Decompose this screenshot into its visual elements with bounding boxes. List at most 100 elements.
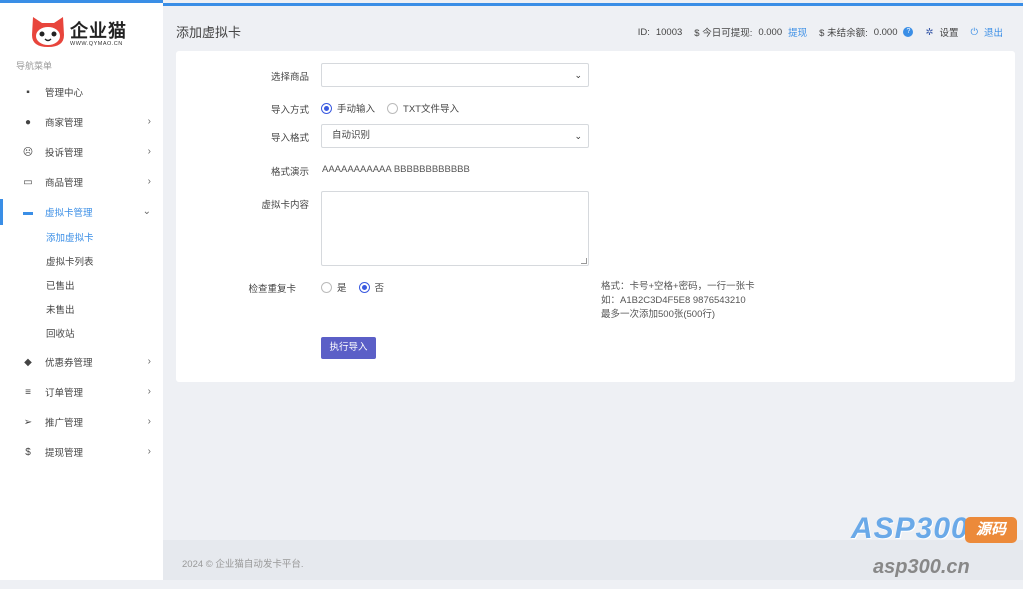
sidebar-item-coupons[interactable]: ◆ 优惠券管理 › [0, 347, 163, 377]
withdraw-link[interactable]: 提现 [788, 25, 807, 39]
submenu-item-unsold[interactable]: 未售出 [46, 299, 163, 323]
withdraw-label: $ 今日可提现: [694, 28, 753, 39]
resize-handle-icon[interactable] [581, 258, 587, 264]
id-value: 10003 [655, 26, 683, 38]
product-select[interactable]: ⌄ [321, 63, 589, 87]
logout-link[interactable]: 退出 [984, 25, 1003, 39]
chevron-down-icon: ⌄ [574, 131, 582, 141]
sidebar-item-withdrawals[interactable]: $ 提现管理 › [0, 437, 163, 467]
sidebar-item-promotion[interactable]: ➢ 推广管理 › [0, 407, 163, 437]
radio-icon [387, 102, 399, 114]
sidebar-item-orders[interactable]: ≡ 订单管理 › [0, 377, 163, 407]
unsettled-value: 0.000 [873, 26, 898, 38]
id-label: ID: [637, 26, 650, 38]
user-icon: ● [24, 116, 32, 128]
radio-manual-input[interactable]: 手动输入 [321, 101, 375, 115]
footer-copyright: 2024 © 企业猫自动发卡平台. [182, 559, 304, 570]
product-label: 选择商品 [270, 72, 309, 83]
withdraw-value: 0.000 [758, 26, 783, 38]
format-hint: 格式：卡号+空格+密码，一行一张卡 如：A1B2C3D4F5E8 9876543… [601, 280, 755, 322]
format-select[interactable]: 自动识别 ⌄ [321, 124, 589, 148]
chevron-down-icon: ⌄ [574, 70, 582, 80]
sidebar-nav: ▪ 管理中心 ● 商家管理 › ☹ 投诉管理 › ▭ 商品管理 › ▬ 虚拟卡管… [0, 77, 163, 467]
page-title: 添加虚拟卡 [176, 25, 242, 40]
sidebar: 企业猫 WWW.QYMAO.CN 导航菜单 ▪ 管理中心 ● 商家管理 › ☹ … [0, 0, 163, 580]
sidebar-item-label: 提现管理 [45, 448, 84, 459]
account-summary: ID: 10003 $ 今日可提现: 0.000 提现 $ 未结余额: 0.00… [632, 25, 1003, 40]
radio-label: 是 [337, 283, 347, 294]
watermark-main: ASP300 [851, 512, 969, 545]
store-icon: ▭ [23, 176, 33, 188]
brand-url: WWW.QYMAO.CN [70, 41, 123, 47]
chevron-right-icon: › [147, 146, 151, 157]
execute-import-button[interactable]: 执行导入 [321, 337, 376, 359]
sidebar-item-products[interactable]: ▭ 商品管理 › [0, 167, 163, 197]
import-mode-label: 导入方式 [270, 105, 309, 116]
nav-caption: 导航菜单 [16, 61, 53, 71]
chevron-right-icon: › [147, 386, 151, 397]
hint-line: 最多一次添加500张(500行) [601, 309, 716, 320]
format-label: 导入格式 [270, 133, 309, 144]
format-select-value: 自动识别 [332, 130, 371, 141]
dashboard-icon: ▪ [26, 86, 30, 98]
submenu-item-add-card[interactable]: 添加虚拟卡 [46, 227, 163, 251]
top-bar: 添加虚拟卡 ID: 10003 $ 今日可提现: 0.000 提现 $ 未结余额… [163, 3, 1023, 51]
sidebar-item-complaints[interactable]: ☹ 投诉管理 › [0, 137, 163, 167]
import-mode-group: 手动输入 TXT文件导入 [321, 101, 471, 115]
complaint-icon: ☹ [22, 146, 34, 158]
settings-link[interactable]: 设置 [939, 25, 958, 39]
chevron-right-icon: › [147, 116, 151, 127]
sidebar-item-label: 订单管理 [45, 388, 84, 399]
unsettled-label: $ 未结余额: [819, 28, 868, 39]
duplicate-check-label: 检查重复卡 [248, 284, 296, 295]
submenu-item-card-list[interactable]: 虚拟卡列表 [46, 251, 163, 275]
sidebar-item-label: 优惠券管理 [45, 358, 93, 369]
radio-label: TXT文件导入 [403, 104, 459, 115]
info-icon[interactable]: ? [903, 27, 914, 37]
submenu-item-sold[interactable]: 已售出 [46, 275, 163, 299]
radio-duplicate-yes[interactable]: 是 [321, 280, 347, 294]
radio-label: 手动输入 [337, 104, 376, 115]
sidebar-item-label: 商家管理 [45, 118, 84, 129]
chevron-down-icon: ⌄ [142, 206, 151, 217]
sidebar-item-dashboard[interactable]: ▪ 管理中心 [0, 77, 163, 107]
radio-duplicate-no[interactable]: 否 [358, 280, 385, 294]
dollar-icon: $ [25, 446, 31, 458]
watermark: ASP300 源码 asp300.cn [823, 512, 1023, 582]
content-label: 虚拟卡内容 [261, 200, 309, 211]
sidebar-item-virtual-cards[interactable]: ▬ 虚拟卡管理 ⌄ [0, 197, 163, 227]
radio-txt-import[interactable]: TXT文件导入 [387, 101, 459, 115]
chevron-right-icon: › [147, 356, 151, 367]
radio-icon [358, 281, 370, 293]
chevron-right-icon: › [147, 416, 151, 427]
cat-logo-icon [32, 17, 64, 47]
tag-icon: ◆ [24, 356, 32, 368]
sidebar-item-label: 投诉管理 [45, 148, 84, 159]
demo-label: 格式演示 [270, 167, 309, 178]
gear-icon[interactable]: ✲ [925, 27, 933, 38]
submenu-virtual-cards: 添加虚拟卡 虚拟卡列表 已售出 未售出 回收站 [0, 227, 163, 347]
watermark-url: asp300.cn [873, 556, 970, 578]
sidebar-item-label: 推广管理 [45, 418, 84, 429]
list-icon: ≡ [25, 386, 31, 398]
card-icon: ▬ [23, 206, 33, 218]
radio-icon [321, 102, 332, 114]
hint-line: 格式：卡号+空格+密码，一行一张卡 [601, 281, 755, 292]
demo-value: AAAAAAAAAAA BBBBBBBBBBBB [322, 164, 470, 175]
sidebar-item-merchants[interactable]: ● 商家管理 › [0, 107, 163, 137]
hint-line: 如：A1B2C3D4F5E8 9876543210 [601, 295, 746, 306]
power-icon[interactable]: ⏻ [970, 27, 978, 38]
sidebar-item-label: 商品管理 [45, 178, 84, 189]
submenu-item-recycle-bin[interactable]: 回收站 [46, 323, 163, 347]
duplicate-check-group: 是 否 [321, 280, 396, 294]
watermark-badge: 源码 [965, 517, 1017, 543]
chevron-right-icon: › [147, 446, 151, 457]
card-content-textarea[interactable] [321, 191, 589, 266]
form-card: 选择商品 ⌄ 导入方式 手动输入 TXT文件导入 导入格式 自动识别 ⌄ 格式演… [176, 51, 1015, 382]
sidebar-item-label: 虚拟卡管理 [45, 208, 93, 219]
radio-icon [321, 281, 332, 293]
chevron-right-icon: › [147, 176, 151, 187]
logo[interactable]: 企业猫 WWW.QYMAO.CN [30, 13, 140, 53]
radio-label: 否 [374, 283, 385, 294]
brand-name: 企业猫 [70, 21, 127, 41]
